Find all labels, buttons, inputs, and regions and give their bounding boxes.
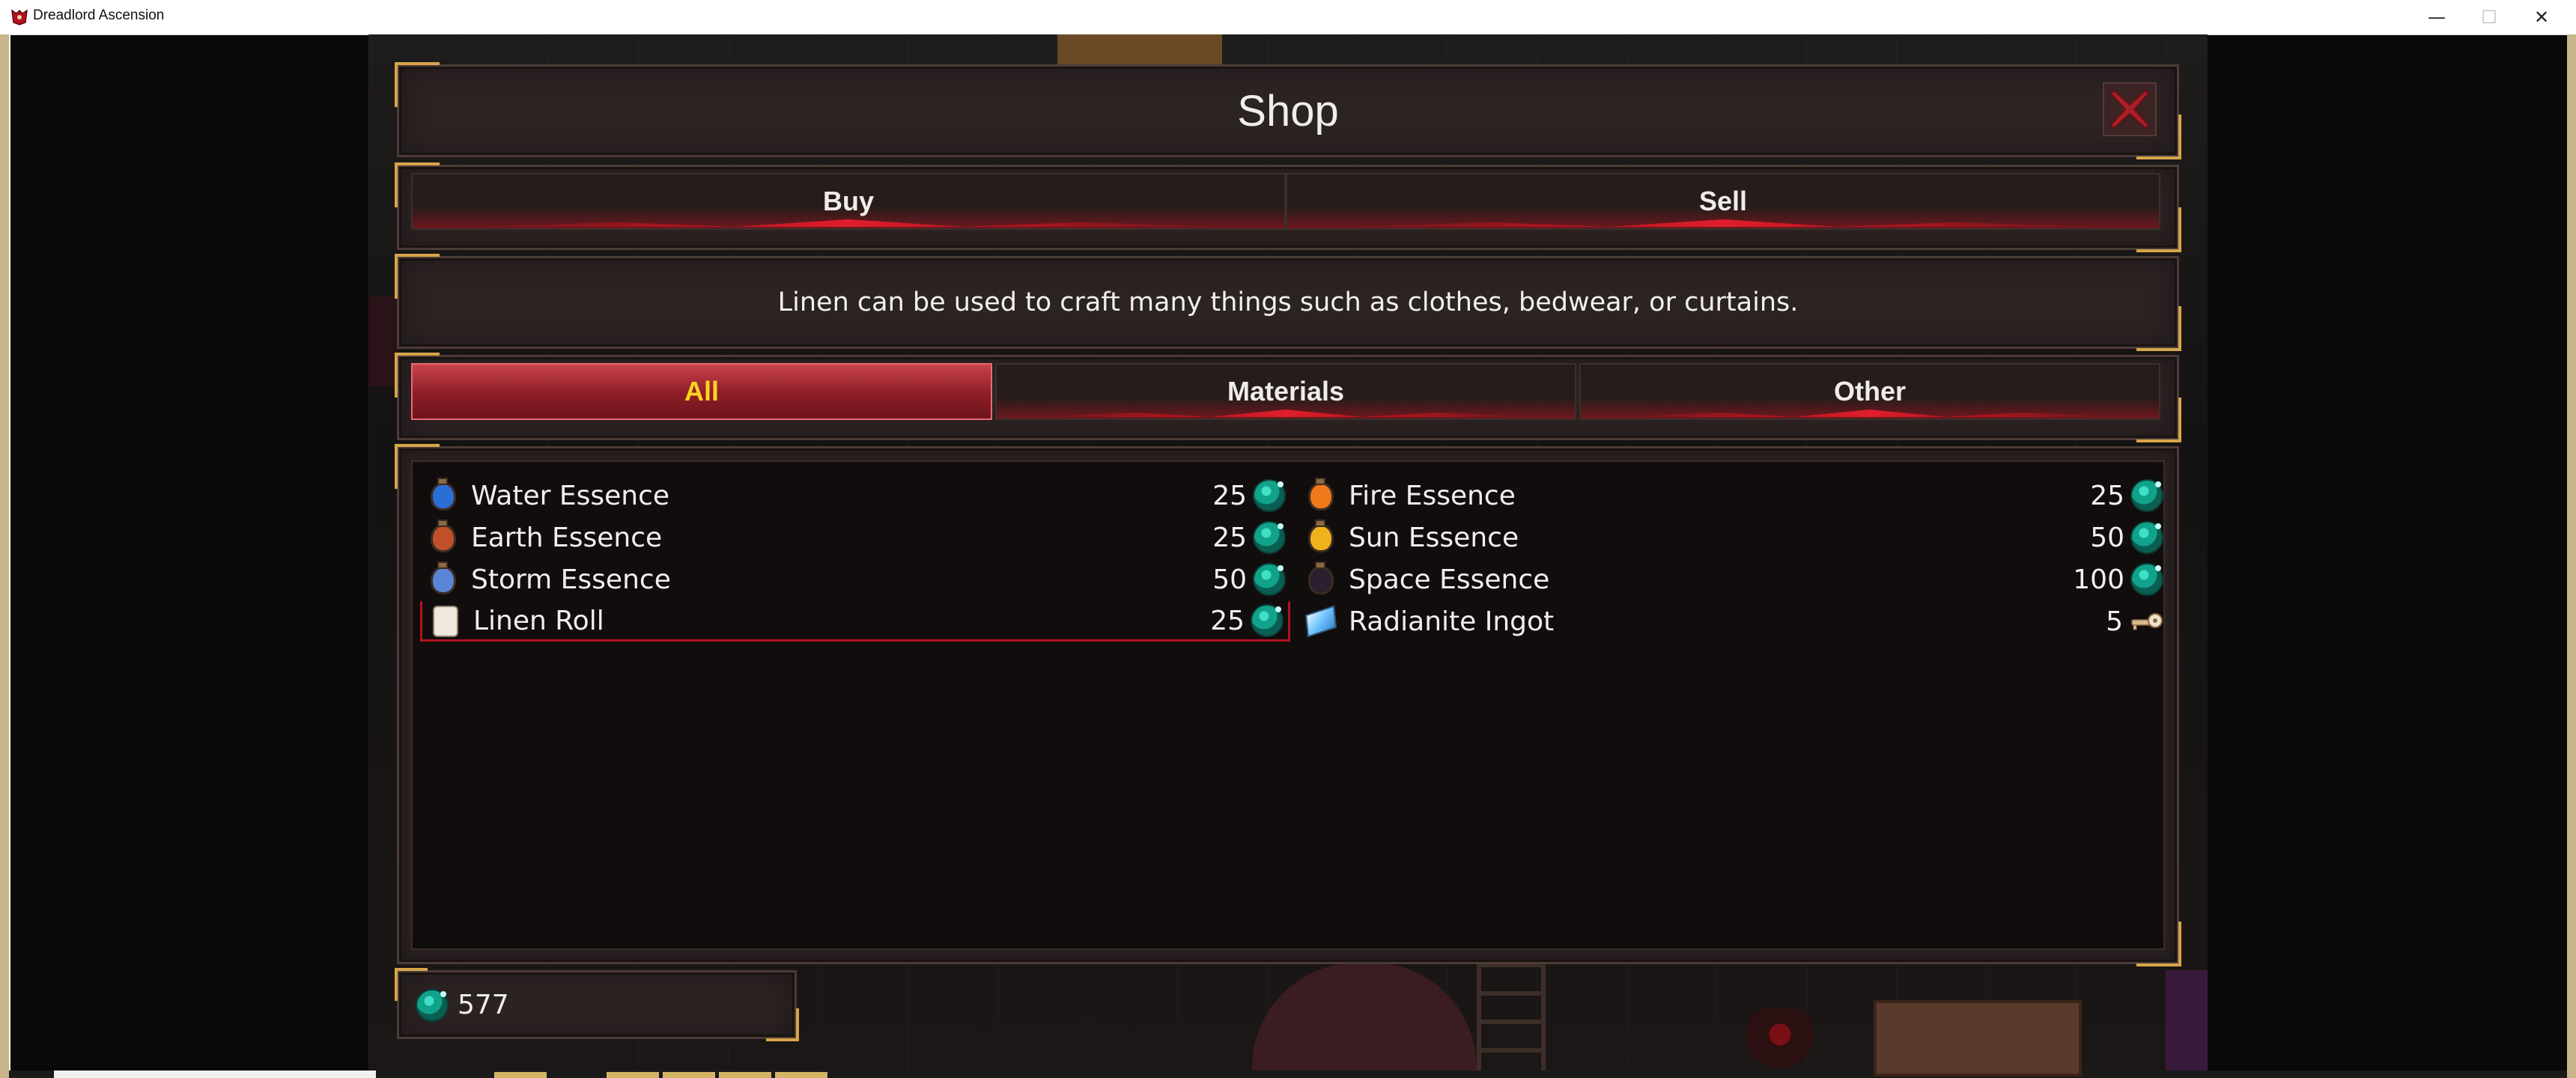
sun-essence-icon <box>1302 520 1338 555</box>
item-list: Water Essence 25 Fire Essence 25 Earth E… <box>411 460 2165 950</box>
scene-character <box>2166 970 2208 1071</box>
window-titlebar: Dreadlord Ascension — ☐ ✕ <box>0 0 2576 35</box>
item-name: Water Essence <box>471 480 670 511</box>
mode-tabs: Buy Sell <box>395 162 2181 252</box>
taskbar-app[interactable] <box>663 1072 715 1078</box>
shop-item-storm-essence[interactable]: Storm Essence 50 <box>420 559 1290 600</box>
taskbar-app[interactable] <box>494 1072 547 1078</box>
flame-ornament <box>1031 409 1540 417</box>
gem-currency-icon <box>2130 521 2163 554</box>
tab-sell[interactable]: Sell <box>1286 173 2160 230</box>
gem-currency-icon <box>2130 563 2163 596</box>
item-name: Linen Roll <box>473 605 604 636</box>
item-name: Sun Essence <box>1349 522 1519 553</box>
space-essence-icon <box>1302 561 1338 597</box>
desktop-edge-left <box>0 34 9 1078</box>
shop-item-space-essence[interactable]: Space Essence 100 <box>1298 559 2168 600</box>
item-name: Radianite Ingot <box>1349 606 1555 637</box>
gem-currency-icon <box>2130 479 2163 512</box>
desktop-edge-line <box>9 34 10 1078</box>
water-essence-icon <box>425 478 461 514</box>
shop-item-water-essence[interactable]: Water Essence 25 <box>420 475 1290 516</box>
shop-item-sun-essence[interactable]: Sun Essence 50 <box>1298 517 2168 558</box>
tab-buy[interactable]: Buy <box>411 173 1286 230</box>
shop-item-fire-essence[interactable]: Fire Essence 25 <box>1298 475 2168 516</box>
shop-header: Shop <box>395 62 2181 159</box>
currency-balance: 577 <box>458 989 509 1020</box>
fire-essence-icon <box>1302 478 1338 514</box>
category-tabs: All Materials Other <box>395 353 2181 442</box>
shop-item-linen-roll[interactable]: Linen Roll 25 <box>420 601 1290 642</box>
flame-ornament <box>1615 409 2124 417</box>
close-x-icon[interactable] <box>2102 82 2157 137</box>
item-name: Fire Essence <box>1349 480 1516 511</box>
item-list-panel: Water Essence 25 Fire Essence 25 Earth E… <box>395 444 2181 966</box>
item-description: Linen can be used to craft many things s… <box>777 287 1799 317</box>
earth-essence-icon <box>425 520 461 555</box>
item-price: 25 <box>2090 480 2124 511</box>
desktop-edge-right <box>2567 34 2576 1078</box>
scene-spider <box>1724 1008 1836 1075</box>
item-name: Storm Essence <box>471 564 671 595</box>
key-currency-icon <box>2131 613 2163 630</box>
gem-currency-icon <box>1253 521 1286 554</box>
gem-currency-icon <box>416 989 449 1022</box>
scene-doorway <box>1252 963 1477 1071</box>
currency-balance-panel: 577 <box>395 968 799 1041</box>
window-title: Dreadlord Ascension <box>33 7 165 23</box>
item-price: 25 <box>1212 480 1247 511</box>
shop-item-earth-essence[interactable]: Earth Essence 25 <box>420 517 1290 558</box>
tab-all[interactable]: All <box>411 363 992 420</box>
flame-ornament <box>1339 219 2107 227</box>
item-price: 50 <box>2090 522 2124 553</box>
close-window-button[interactable]: ✕ <box>2507 0 2576 34</box>
item-price: 100 <box>2073 564 2124 595</box>
item-description-panel: Linen can be used to craft many things s… <box>395 254 2181 351</box>
shop-item-radianite-ingot[interactable]: Radianite Ingot 5 <box>1298 601 2168 642</box>
tab-sell-label: Sell <box>1698 186 1748 216</box>
app-icon <box>11 9 28 25</box>
storm-essence-icon <box>425 561 461 597</box>
item-price: 25 <box>1210 605 1245 636</box>
radianite-ingot-icon <box>1302 603 1338 639</box>
gem-currency-icon <box>1251 604 1284 637</box>
tab-all-label: All <box>684 376 719 406</box>
tab-other-label: Other <box>1833 376 1906 406</box>
scene-crate <box>1874 1000 2082 1077</box>
item-name: Earth Essence <box>471 522 663 553</box>
tab-materials[interactable]: Materials <box>995 363 1576 420</box>
tab-buy-label: Buy <box>822 186 874 216</box>
tab-materials-label: Materials <box>1227 376 1345 406</box>
taskbar-app[interactable] <box>607 1072 659 1078</box>
item-price: 5 <box>2106 606 2123 637</box>
linen-roll-icon <box>427 603 463 639</box>
taskbar-app[interactable] <box>775 1072 827 1078</box>
item-name: Space Essence <box>1349 564 1550 595</box>
flame-ornament <box>464 219 1233 227</box>
scene-banner <box>368 296 398 386</box>
gem-currency-icon <box>1253 479 1286 512</box>
taskbar-app[interactable] <box>719 1072 771 1078</box>
gem-currency-icon <box>1253 563 1286 596</box>
taskbar-search[interactable] <box>54 1071 376 1078</box>
shop-title: Shop <box>1237 86 1339 135</box>
gold-corner-ornament <box>766 1008 799 1041</box>
scene-ladder <box>1477 963 1546 1071</box>
item-price: 25 <box>1212 522 1247 553</box>
tab-other[interactable]: Other <box>1579 363 2160 420</box>
taskbar <box>9 1071 2567 1078</box>
item-price: 50 <box>1212 564 1247 595</box>
